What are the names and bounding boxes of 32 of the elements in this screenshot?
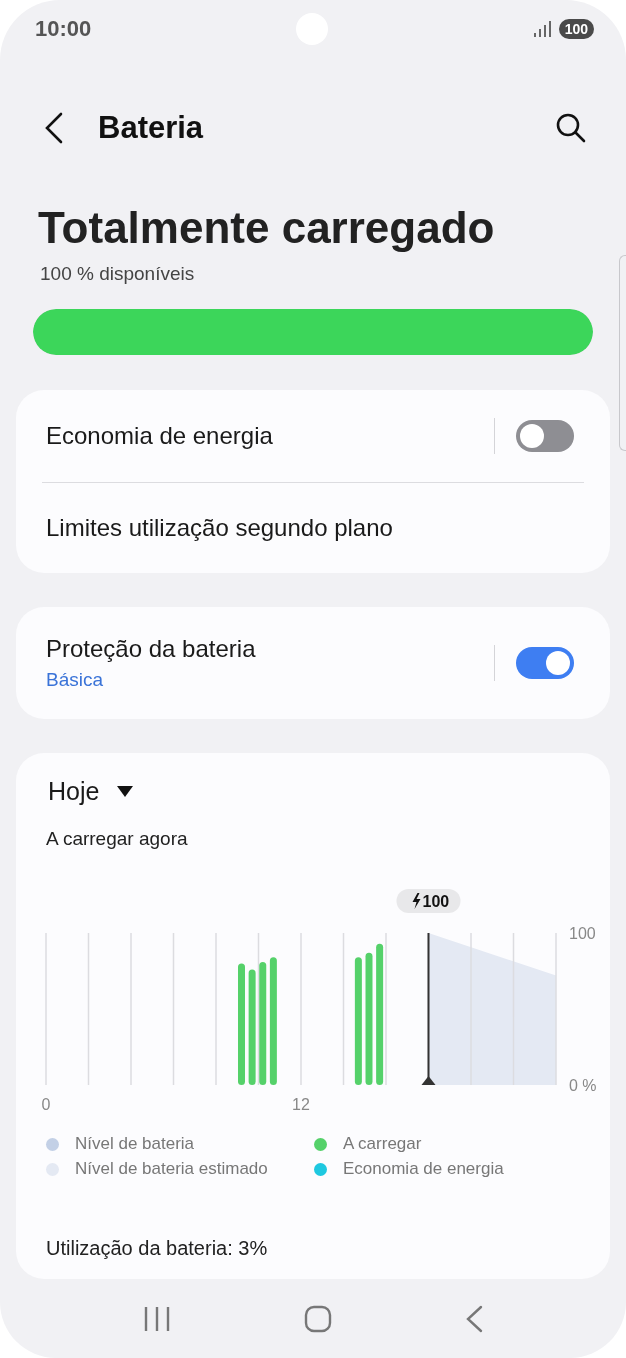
axis-label: 0: [41, 1096, 51, 1113]
setting-value: Básica: [46, 669, 105, 691]
back-button[interactable]: [44, 112, 64, 144]
signal-icon: [532, 21, 551, 37]
usage-heading: Utilização da bateria: 3%: [46, 1237, 269, 1260]
status-time: 10:00: [35, 16, 92, 42]
axis-label: 12: [292, 1096, 310, 1113]
axis-label: 100: [569, 925, 596, 942]
recent-apps-button[interactable]: [142, 1306, 171, 1332]
setting-label: Proteção da bateria: [46, 635, 257, 663]
charging-status: A carregar agora: [46, 828, 189, 850]
battery-available-text: 100 % disponíveis: [40, 262, 196, 286]
page-title: Bateria: [98, 110, 205, 146]
battery-status-title: Totalmente carregado: [38, 202, 496, 254]
period-dropdown[interactable]: Hoje: [48, 777, 134, 806]
tooltip-label: 100: [422, 893, 450, 910]
legend-label: Nível de bateria estimado: [75, 1159, 268, 1179]
legend-label: A carregar: [343, 1134, 422, 1154]
axis-label: 0 %: [569, 1077, 597, 1094]
search-button[interactable]: [556, 113, 586, 143]
legend-label: Economia de energia: [343, 1159, 504, 1179]
home-button[interactable]: [304, 1305, 332, 1333]
toggle-switch[interactable]: [516, 647, 574, 679]
tooltip-background: [396, 889, 461, 913]
setting-link[interactable]: Limites utilização segundo plano: [46, 514, 393, 542]
battery-indicator: 100: [558, 19, 594, 39]
lightning-icon: [412, 893, 421, 909]
caret-icon: [117, 785, 134, 798]
back-nav-button[interactable]: [465, 1305, 484, 1333]
setting-label: Economia de energia: [46, 422, 274, 450]
legend-label: Nível de bateria: [75, 1134, 195, 1154]
toggle-switch[interactable]: [516, 420, 574, 452]
